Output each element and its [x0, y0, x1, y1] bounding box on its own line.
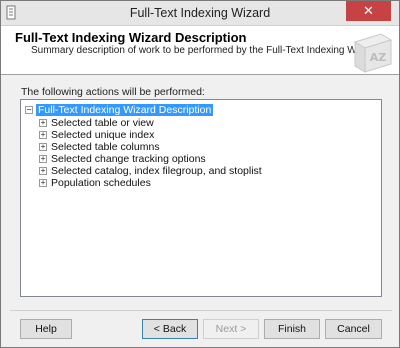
help-button[interactable]: Help [20, 319, 72, 339]
cancel-button[interactable]: Cancel [325, 319, 382, 339]
page-subtitle: Summary description of work to be perfor… [31, 45, 382, 56]
title-bar[interactable]: Full-Text Indexing Wizard ✕ [1, 1, 399, 26]
back-button[interactable]: < Back [142, 319, 198, 339]
window-title: Full-Text Indexing Wizard [129, 6, 271, 20]
tree-item-label[interactable]: Selected table or view [51, 117, 154, 129]
wizard-header: Full-Text Indexing Wizard Description Su… [1, 26, 399, 75]
actions-tree[interactable]: − Full-Text Indexing Wizard Description … [20, 99, 382, 297]
tree-item-label[interactable]: Population schedules [51, 177, 151, 189]
finish-button[interactable]: Finish [264, 319, 320, 339]
actions-prompt: The following actions will be performed: [21, 86, 205, 98]
tree-item-label[interactable]: Selected unique index [51, 129, 154, 141]
collapse-icon[interactable]: − [25, 106, 33, 114]
wizard-book-icon: AZ [353, 33, 393, 73]
tree-item-label[interactable]: Selected catalog, index filegroup, and s… [51, 165, 262, 177]
footer-divider [10, 310, 392, 311]
expand-icon[interactable]: + [39, 143, 47, 151]
wizard-book-label: AZ [370, 51, 387, 64]
wizard-window: Full-Text Indexing Wizard ✕ Full-Text In… [0, 0, 400, 348]
next-button[interactable]: Next > [203, 319, 259, 339]
expand-icon[interactable]: + [39, 131, 47, 139]
tree-item-label[interactable]: Selected table columns [51, 141, 160, 153]
expand-icon[interactable]: + [39, 167, 47, 175]
expand-icon[interactable]: + [39, 179, 47, 187]
close-icon[interactable]: ✕ [346, 1, 391, 21]
page-title: Full-Text Indexing Wizard Description [15, 30, 247, 45]
tree-root-label[interactable]: Full-Text Indexing Wizard Description [36, 104, 214, 116]
tree-item-label[interactable]: Selected change tracking options [51, 153, 206, 165]
expand-icon[interactable]: + [39, 155, 47, 163]
expand-icon[interactable]: + [39, 119, 47, 127]
